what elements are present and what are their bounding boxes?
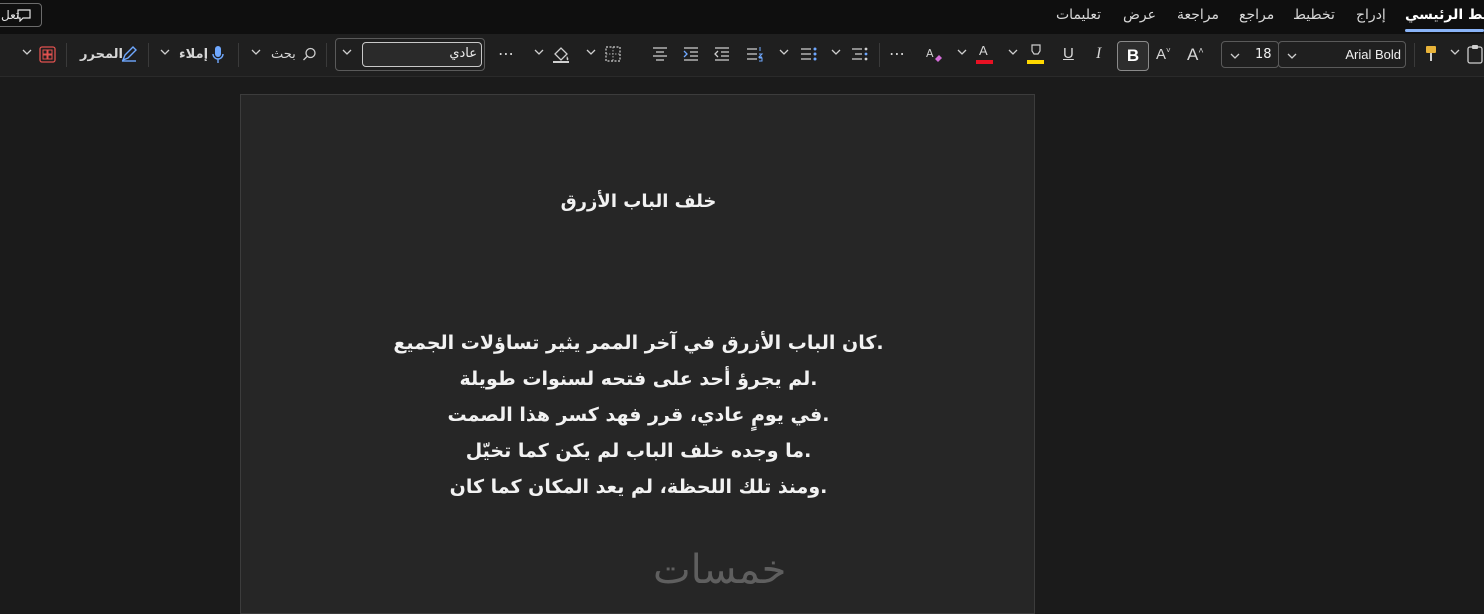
decrease-indent-icon[interactable] <box>714 47 730 61</box>
table-grid-icon[interactable] <box>39 46 56 63</box>
tab-references[interactable]: مراجع <box>1239 7 1274 23</box>
document-line[interactable]: .كان الباب الأزرق في آخر الممر يثير تساؤ… <box>241 325 1036 361</box>
style-normal-label: عادي <box>449 46 477 61</box>
highlight-swatch <box>1027 60 1044 64</box>
chevron-down-icon[interactable] <box>1450 48 1460 56</box>
font-name-value: Arial Bold <box>1345 47 1401 62</box>
document-page[interactable]: خلف الباب الأزرق .كان الباب الأزرق في آخ… <box>240 94 1035 614</box>
chevron-down-icon[interactable] <box>779 48 789 56</box>
increase-indent-icon[interactable] <box>683 47 699 61</box>
more-options-icon[interactable]: ⋯ <box>889 44 906 63</box>
font-size-dropdown[interactable]: 18 <box>1221 41 1279 68</box>
underline-button[interactable]: U <box>1063 45 1074 62</box>
bullet-list-icon[interactable] <box>800 46 818 62</box>
search-label[interactable]: بحث <box>271 47 296 62</box>
tab-review[interactable]: مراجعة <box>1177 7 1219 23</box>
tab-insert[interactable]: إدراج <box>1356 7 1386 23</box>
bold-button[interactable]: B <box>1117 41 1149 71</box>
chevron-down-icon[interactable] <box>534 48 544 56</box>
chevron-down-icon[interactable] <box>251 48 261 56</box>
format-painter-icon[interactable] <box>1424 45 1438 63</box>
editor-label[interactable]: المحرر <box>80 47 123 62</box>
comment-icon <box>17 9 31 22</box>
tab-layout[interactable]: تخطيط <box>1293 7 1335 23</box>
font-name-dropdown[interactable]: Arial Bold <box>1278 41 1406 68</box>
chevron-down-icon <box>1287 53 1297 59</box>
chevron-down-icon[interactable] <box>586 48 596 56</box>
ribbon-toolbar: المحرر إملاء بحث عادي ⋯ ⋯ A A U I B A˅ A… <box>0 34 1484 77</box>
document-line[interactable]: .لم يجرؤ أحد على فتحه لسنوات طويلة <box>241 361 1036 397</box>
document-line[interactable]: .ومنذ تلك اللحظة، لم يعد المكان كما كان <box>241 469 1036 505</box>
watermark-logo: خمسات <box>653 547 787 593</box>
document-title[interactable]: خلف الباب الأزرق <box>241 191 1036 212</box>
tab-help[interactable]: تعليمات <box>1056 7 1101 23</box>
font-color-swatch <box>976 60 993 64</box>
style-normal[interactable]: عادي <box>362 42 482 67</box>
chevron-down-icon[interactable] <box>957 48 967 56</box>
multilevel-list-icon[interactable] <box>851 46 869 62</box>
shrink-font-icon[interactable]: A˅ <box>1156 46 1171 63</box>
font-color-glyph: A <box>979 43 988 58</box>
shading-bucket-icon[interactable] <box>552 46 570 64</box>
document-line[interactable]: .في يومٍ عادي، قرر فهد كسر هذا الصمت <box>241 397 1036 433</box>
chevron-down-icon[interactable] <box>1008 48 1018 56</box>
dictate-label[interactable]: إملاء <box>179 47 208 62</box>
align-center-icon[interactable] <box>652 47 668 61</box>
chevron-down-icon[interactable] <box>160 48 170 56</box>
paste-icon[interactable] <box>1466 44 1484 64</box>
active-tab-indicator <box>1405 29 1484 32</box>
document-body[interactable]: .كان الباب الأزرق في آخر الممر يثير تساؤ… <box>241 325 1036 505</box>
svg-text:A: A <box>926 47 934 60</box>
document-canvas: خلف الباب الأزرق .كان الباب الأزرق في آخ… <box>0 77 1484 614</box>
tab-bar: تعل تعليمات عرض مراجعة مراجع تخطيط إدراج… <box>0 0 1484 34</box>
grow-font-icon[interactable]: A˄ <box>1187 45 1204 65</box>
numbered-list-icon[interactable] <box>746 46 764 62</box>
highlight-button[interactable] <box>1027 43 1045 65</box>
document-line[interactable]: .ما وجده خلف الباب لم يكن كما تخيّل <box>241 433 1036 469</box>
chevron-down-icon[interactable] <box>22 48 32 56</box>
borders-icon[interactable] <box>605 46 621 62</box>
editor-pen-icon[interactable] <box>120 45 138 63</box>
tab-view[interactable]: عرض <box>1123 7 1156 23</box>
chevron-down-icon[interactable] <box>342 48 352 56</box>
tab-home[interactable]: شريط الرئيسي <box>1405 7 1484 23</box>
font-color-button[interactable]: A <box>976 43 994 65</box>
chevron-down-icon[interactable] <box>831 48 841 56</box>
chevron-down-icon <box>1230 53 1240 59</box>
italic-button[interactable]: I <box>1096 45 1101 63</box>
microphone-icon[interactable] <box>211 45 225 64</box>
search-icon[interactable] <box>302 47 317 62</box>
font-size-value: 18 <box>1255 47 1272 62</box>
comments-button[interactable]: تعل <box>0 3 42 27</box>
more-options-icon[interactable]: ⋯ <box>498 44 515 63</box>
highlighter-icon <box>1031 44 1041 55</box>
clear-formatting-icon[interactable]: A <box>925 45 943 63</box>
